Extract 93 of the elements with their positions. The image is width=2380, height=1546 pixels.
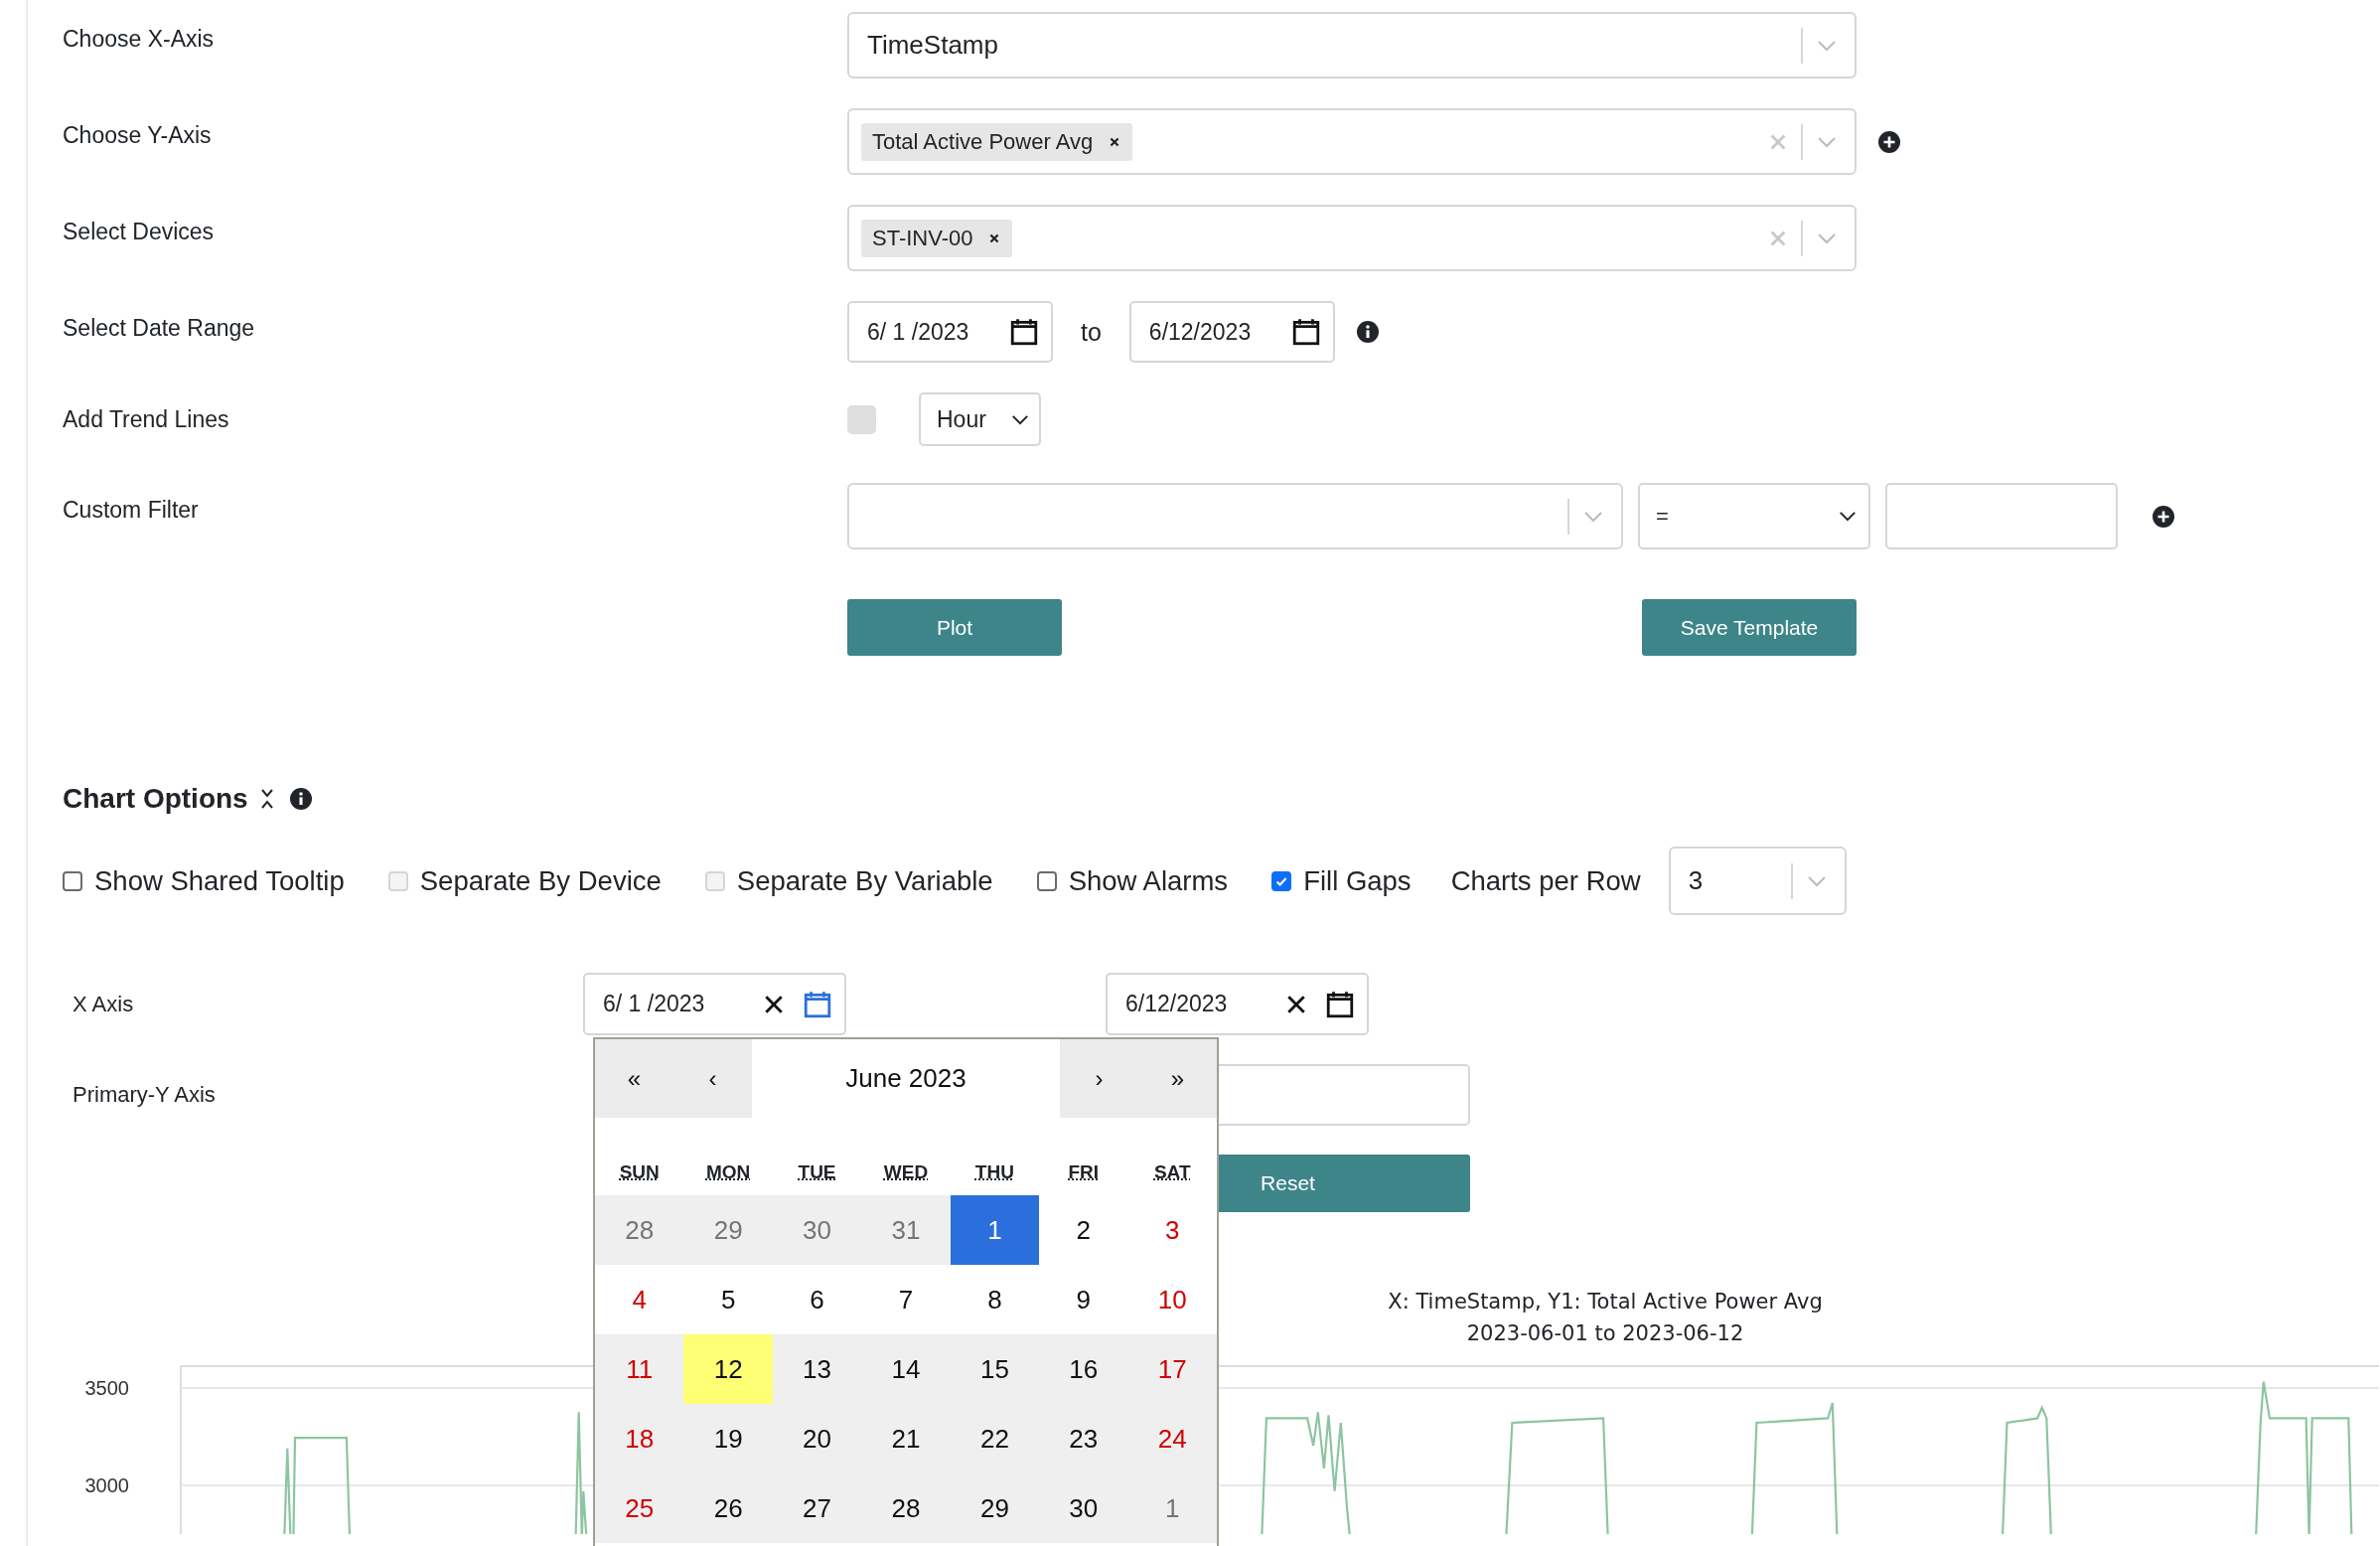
calendar-day[interactable]: 14	[861, 1334, 951, 1404]
chevron-down-icon	[1817, 39, 1837, 52]
chevron-down-icon	[1817, 135, 1837, 148]
calendar-day[interactable]: 11	[595, 1334, 684, 1404]
calendar-icon[interactable]	[1290, 316, 1321, 348]
calendar-day[interactable]: 24	[1127, 1404, 1217, 1473]
date-field[interactable]: 6/ 1 /2023	[847, 301, 1053, 363]
date-field[interactable]: 6/ 1 /2023	[583, 973, 846, 1035]
weekday-label: MON	[704, 1161, 752, 1183]
calendar-day[interactable]: 18	[595, 1404, 684, 1473]
chevron-down-icon	[1806, 874, 1827, 887]
value-input[interactable]	[1885, 483, 2118, 549]
date-field[interactable]: 6/12/2023	[1128, 301, 1335, 363]
clear-icon[interactable]	[1285, 993, 1307, 1015]
field-label: Add Trend Lines	[63, 405, 230, 433]
info-icon[interactable]	[1356, 321, 1379, 343]
y-tick-label: 3500	[84, 1377, 129, 1399]
previous-year-button[interactable]: «	[595, 1039, 673, 1118]
next-month-button[interactable]: ›	[1060, 1039, 1138, 1118]
checkbox-label: Show Shared Tooltip	[94, 864, 345, 897]
weekday-label: THU	[973, 1161, 1015, 1183]
calendar-day[interactable]: 17	[1127, 1334, 1217, 1404]
weekday-label: WED	[882, 1161, 930, 1183]
chevron-down-icon	[1583, 510, 1603, 523]
weekday-label: FRI	[1067, 1161, 1101, 1183]
select-field[interactable]: TimeStamp	[847, 12, 1857, 78]
calendar-day[interactable]: 30	[1039, 1473, 1128, 1543]
collapse-icon[interactable]	[259, 787, 274, 811]
calendar-day[interactable]: 28	[861, 1473, 951, 1543]
next-year-button[interactable]: »	[1138, 1039, 1217, 1118]
calendar-day[interactable]: 29	[950, 1473, 1040, 1543]
checkbox-label: Fill Gaps	[1303, 864, 1412, 897]
field-label: Choose Y-Axis	[63, 121, 213, 149]
checkbox-label: Separate By Device	[419, 864, 662, 897]
field-label: X Axis	[72, 991, 135, 1017]
date-field[interactable]: 6/12/2023	[1106, 973, 1369, 1035]
chevron-down-icon	[1839, 511, 1857, 522]
calendar-day[interactable]: 13	[772, 1334, 862, 1404]
calendar-day[interactable]: 22	[950, 1404, 1040, 1473]
calendar-icon[interactable]	[1009, 316, 1039, 348]
add-icon[interactable]	[2153, 505, 2174, 528]
chevron-down-icon	[1011, 413, 1029, 425]
calendar-day[interactable]: 23	[1039, 1404, 1128, 1473]
chart-subtitle: 2023-06-01 to 2023-06-12	[1466, 1321, 1744, 1345]
remove-icon[interactable]	[1109, 135, 1121, 148]
calendar-day[interactable]: 28	[595, 1195, 684, 1265]
weekday-label: SUN	[618, 1161, 661, 1183]
checkbox[interactable]	[63, 870, 82, 891]
multi-select-field[interactable]: ST-INV-00	[847, 205, 1857, 271]
operator-select[interactable]: =	[1638, 483, 1870, 549]
field-label: Primary-Y Axis	[72, 1082, 217, 1108]
calendar-day[interactable]: 16	[1039, 1334, 1128, 1404]
range-separator: to	[1081, 317, 1102, 347]
calendar-day[interactable]: 26	[683, 1473, 773, 1543]
action-button[interactable]: Plot	[847, 599, 1062, 656]
multi-select-field[interactable]: Total Active Power Avg	[847, 108, 1857, 175]
selected-tag[interactable]: ST-INV-00	[861, 219, 1013, 257]
remove-icon[interactable]	[988, 232, 1001, 244]
field-label: Select Date Range	[63, 314, 256, 342]
previous-month-button[interactable]: ‹	[673, 1039, 752, 1118]
clear-icon[interactable]	[763, 993, 785, 1015]
calendar-day[interactable]: 15	[950, 1334, 1040, 1404]
info-icon[interactable]	[289, 788, 312, 810]
checkbox[interactable]	[1271, 870, 1292, 891]
weekday-label: TUE	[797, 1161, 837, 1183]
checkbox-label: Separate By Variable	[736, 864, 993, 897]
calendar-day[interactable]: 27	[772, 1473, 862, 1543]
selected-tag[interactable]: Total Active Power Avg	[861, 122, 1133, 161]
field-label: Select Devices	[63, 218, 216, 245]
select-field[interactable]: 3	[1668, 847, 1847, 915]
calendar-day[interactable]: 20	[772, 1404, 862, 1473]
add-icon[interactable]	[1878, 130, 1900, 153]
y-tick-label: 3000	[84, 1474, 129, 1496]
section-title: Chart Options	[63, 783, 248, 815]
chevron-down-icon	[1817, 232, 1837, 244]
weekday-label: SAT	[1152, 1161, 1192, 1183]
calendar-day[interactable]: 19	[683, 1404, 773, 1473]
field-label: Charts per Row	[1450, 864, 1641, 897]
calendar-day[interactable]: 12	[683, 1334, 773, 1404]
checkbox-label: Show Alarms	[1068, 864, 1229, 897]
calendar-day[interactable]: 29	[683, 1195, 773, 1265]
checkbox[interactable]	[1036, 870, 1057, 891]
calendar-day[interactable]: 1	[950, 1195, 1040, 1265]
calendar-day[interactable]: 30	[772, 1195, 862, 1265]
chart-title: X: TimeStamp, Y1: Total Active Power Avg	[1388, 1290, 1823, 1314]
action-button[interactable]: Save Template	[1642, 599, 1857, 656]
select-field[interactable]	[847, 483, 1623, 549]
calendar-day[interactable]: 1	[1127, 1473, 1217, 1543]
field-label: Custom Filter	[63, 496, 200, 524]
calendar-day[interactable]: 25	[595, 1473, 684, 1543]
calendar-day[interactable]: 31	[861, 1195, 951, 1265]
field-label: Choose X-Axis	[63, 25, 216, 53]
calendar-day[interactable]: 21	[861, 1404, 951, 1473]
